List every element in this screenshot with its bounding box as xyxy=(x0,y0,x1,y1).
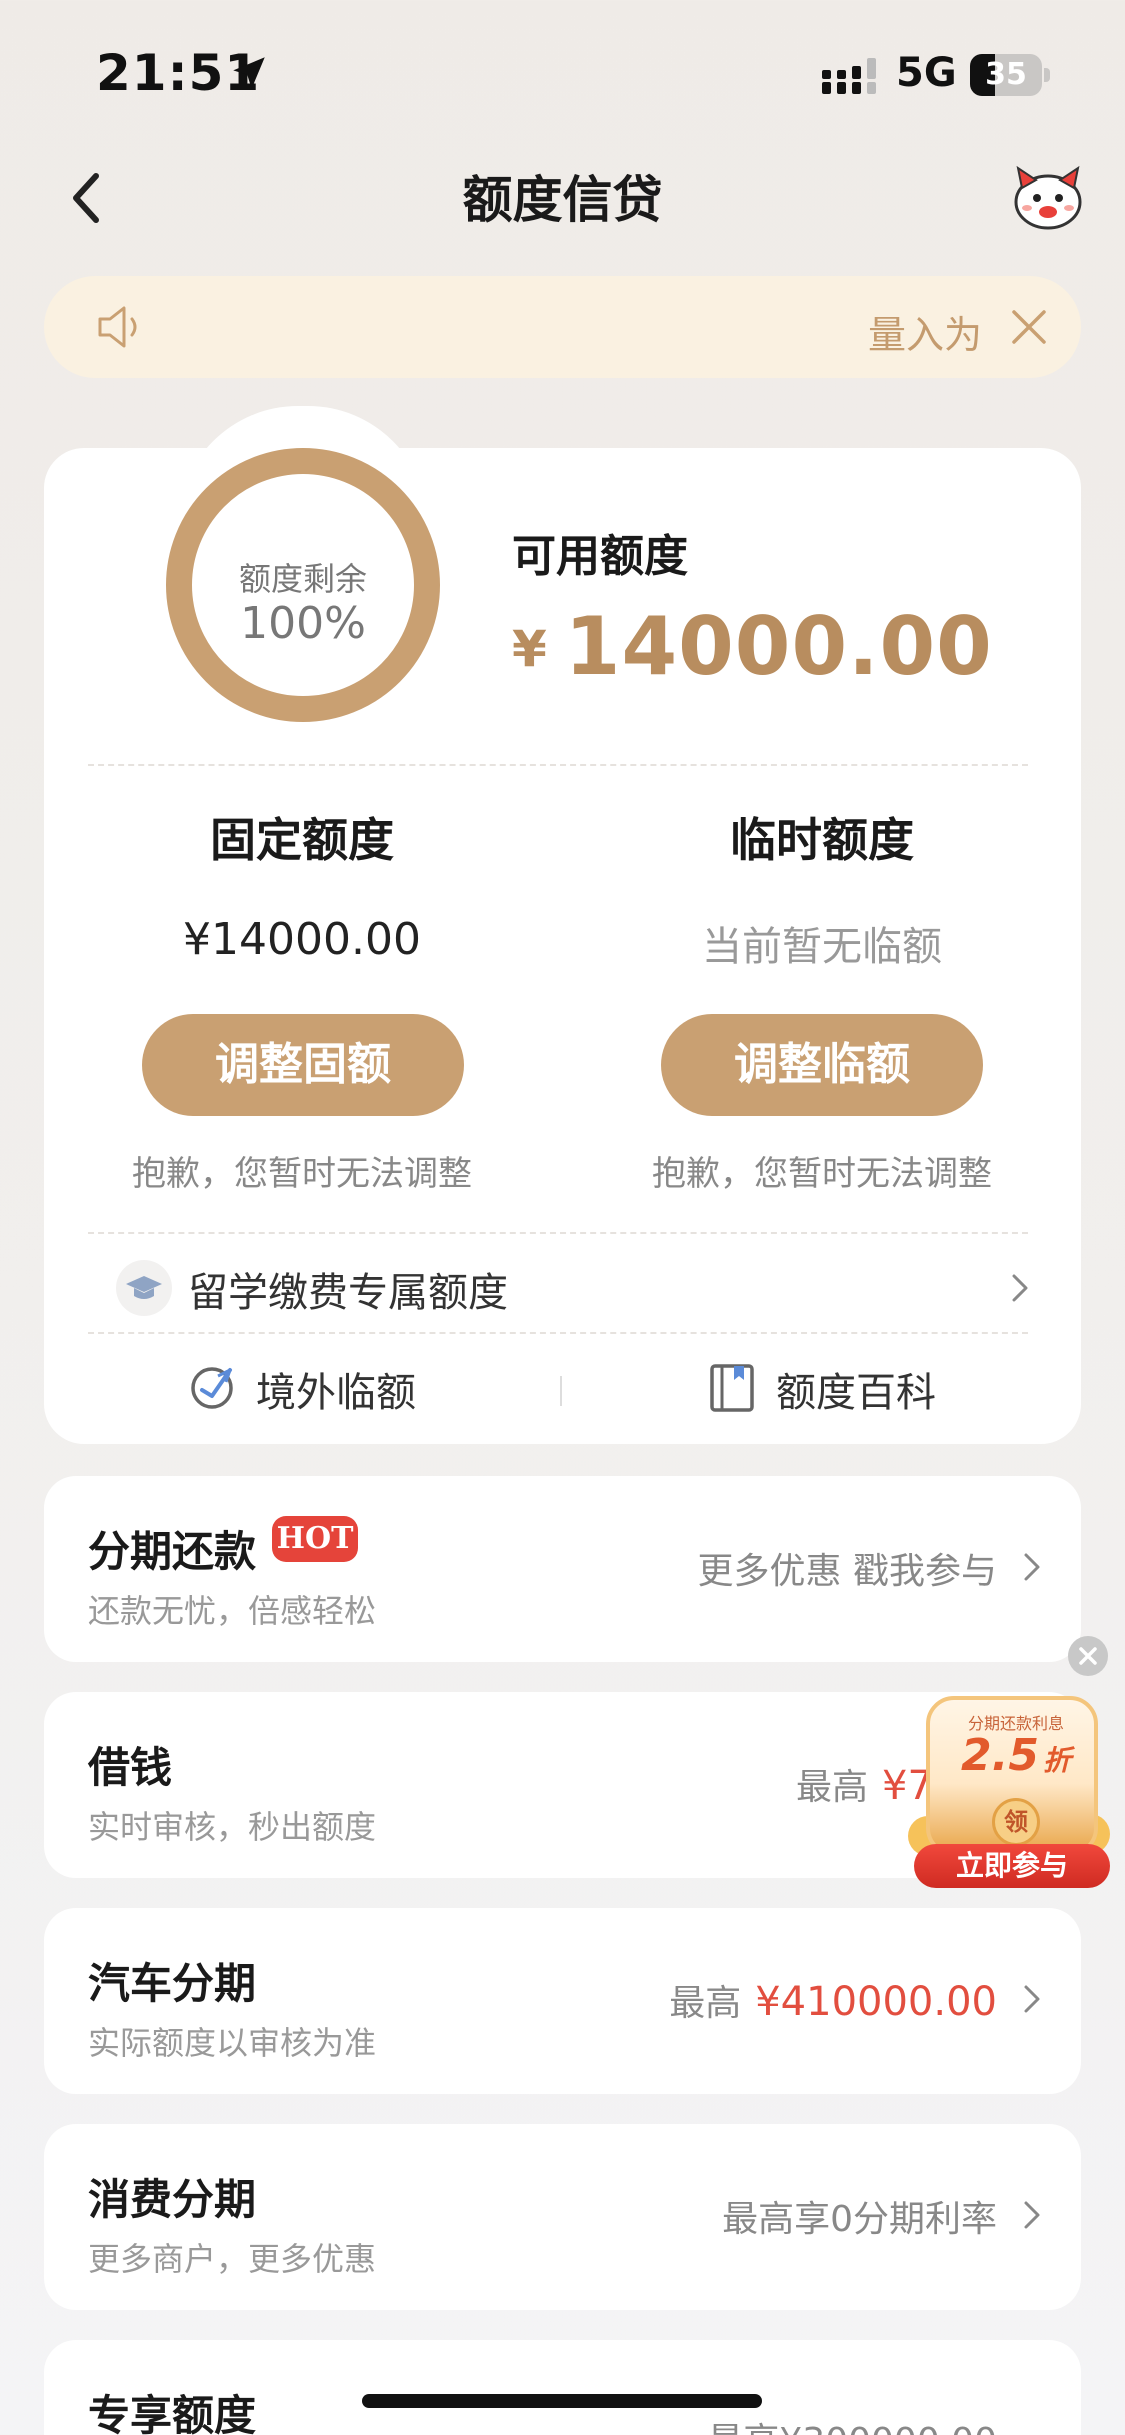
graduation-cap-icon xyxy=(116,1260,172,1316)
currency-symbol: ¥ xyxy=(512,620,547,678)
available-amount: ¥14000.00 xyxy=(512,600,993,693)
product-max-amount: 最高 ¥410000.00 xyxy=(669,1979,997,2025)
temporary-credit-value: 当前暂无临额 xyxy=(702,924,942,970)
chevron-right-icon xyxy=(1024,2201,1040,2229)
product-subtitle: 实际额度以审核为准 xyxy=(88,2024,377,2062)
promo-claim-coin: 领 xyxy=(992,1798,1040,1846)
network-type: 5G xyxy=(896,50,957,96)
battery-icon: 35 xyxy=(970,54,1050,96)
notice-bar[interactable]: 量入为 xyxy=(44,276,1081,378)
notice-text: 量入为 xyxy=(868,313,983,357)
promo-red-envelope: 分期还款利息 2.5 折 领 xyxy=(926,1696,1098,1856)
product-title: 借钱 xyxy=(88,1743,173,1792)
product-title: 分期还款 xyxy=(88,1527,257,1576)
page-title: 额度信贷 xyxy=(462,171,663,229)
consumer-installment-card[interactable]: 消费分期 更多商户，更多优惠 最高享0分期利率 xyxy=(44,2124,1081,2310)
temporary-credit-note: 抱歉，您暂时无法调整 xyxy=(652,1154,992,1194)
available-value: 14000.00 xyxy=(564,600,993,693)
promo-rate: 2.5 折 xyxy=(961,1730,1071,1781)
divider xyxy=(88,1232,1028,1234)
credit-wiki-shortcut[interactable]: 额度百科 xyxy=(708,1354,968,1424)
ring-percent: 100% xyxy=(240,598,366,649)
car-installment-card[interactable]: 汽车分期 实际额度以审核为准 最高 ¥410000.00 xyxy=(44,1908,1081,2094)
study-credit-label: 留学缴费专属额度 xyxy=(188,1270,508,1316)
fixed-credit-note: 抱歉，您暂时无法调整 xyxy=(132,1154,472,1194)
chevron-right-icon xyxy=(1024,1553,1040,1581)
hot-badge: HOT xyxy=(272,1516,358,1562)
book-icon xyxy=(710,1364,754,1412)
adjust-temporary-button[interactable]: 调整临额 xyxy=(661,1014,983,1116)
home-indicator xyxy=(362,2394,762,2408)
divider xyxy=(88,1332,1028,1334)
product-subtitle: 实时审核，秒出额度 xyxy=(88,1808,377,1846)
fixed-credit-value: ¥14000.00 xyxy=(183,914,421,965)
promo-join-button[interactable]: 立即参与 xyxy=(914,1844,1110,1888)
promo-close-icon[interactable] xyxy=(1068,1636,1108,1676)
ring-label: 额度剩余 xyxy=(238,560,367,598)
study-credit-row[interactable]: 留学缴费专属额度 xyxy=(88,1236,1038,1336)
available-label: 可用额度 xyxy=(512,531,688,582)
chevron-right-icon xyxy=(1024,1985,1040,2013)
fixed-credit-title: 固定额度 xyxy=(210,813,394,867)
remaining-ring: 额度剩余 100% xyxy=(166,448,440,722)
product-max-amount: 最高¥300000.00 xyxy=(707,2412,997,2435)
product-title: 汽车分期 xyxy=(88,1959,257,2008)
shortcut-divider xyxy=(560,1376,562,1406)
floating-promo[interactable]: 分期还款利息 2.5 折 领 立即参与 xyxy=(906,1636,1112,1888)
product-title: 专享额度 xyxy=(88,2391,257,2435)
credit-wiki-label: 额度百科 xyxy=(776,1370,936,1416)
exclusive-credit-card[interactable]: 专享额度 最高¥300000.00 xyxy=(44,2340,1081,2435)
product-title: 消费分期 xyxy=(88,2175,257,2224)
overseas-credit-shortcut[interactable]: 境外临额 xyxy=(188,1354,448,1424)
plane-globe-icon xyxy=(191,1367,233,1409)
location-arrow-icon xyxy=(233,57,265,89)
cellular-signal-icon xyxy=(822,58,876,94)
installment-repayment-card[interactable]: 分期还款 HOT 还款无忧，倍感轻松 更多优惠 戳我参与 xyxy=(44,1476,1081,1662)
status-bar: 21:51 5G 35 xyxy=(0,0,1125,140)
chevron-right-icon xyxy=(1012,1274,1028,1302)
mascot-icon[interactable] xyxy=(1012,164,1084,230)
product-promo-text: 更多优惠 戳我参与 xyxy=(697,1551,997,1592)
close-icon[interactable] xyxy=(1008,306,1050,348)
overseas-credit-label: 境外临额 xyxy=(256,1370,416,1416)
speaker-icon xyxy=(98,306,137,348)
product-promo-text: 最高享0分期利率 xyxy=(722,2199,997,2240)
battery-level-text: 35 xyxy=(985,57,1027,92)
adjust-fixed-button[interactable]: 调整固额 xyxy=(142,1014,464,1116)
product-subtitle: 还款无忧，倍感轻松 xyxy=(88,1592,377,1630)
divider xyxy=(88,764,1028,766)
temporary-credit-title: 临时额度 xyxy=(730,813,914,867)
product-subtitle: 更多商户，更多优惠 xyxy=(88,2240,377,2278)
